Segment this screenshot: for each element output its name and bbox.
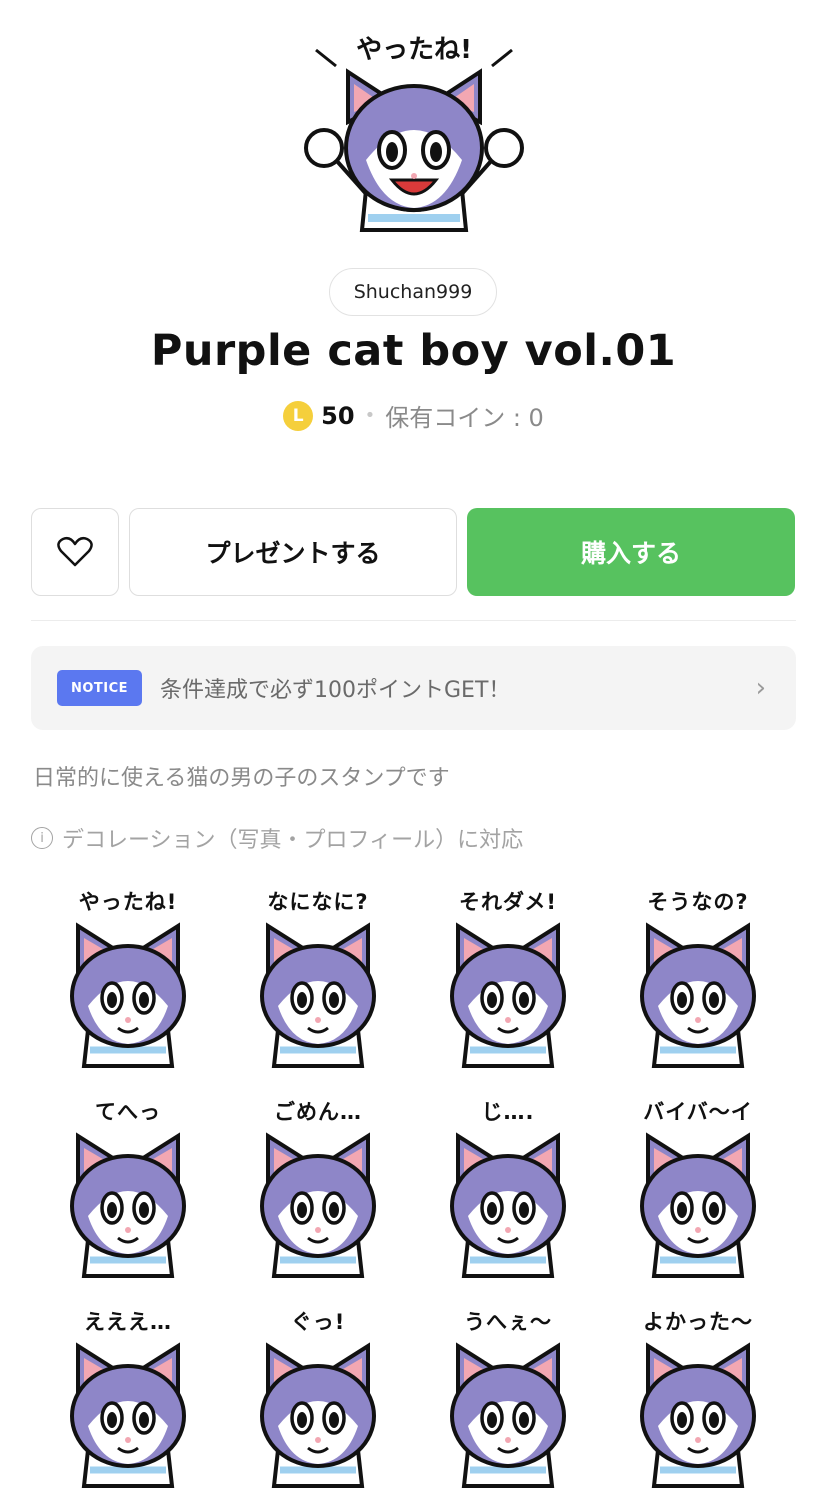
sticker-item[interactable]: やったね! <box>38 880 218 1070</box>
author-chip[interactable]: Shuchan999 <box>329 268 497 316</box>
info-icon: i <box>31 827 53 849</box>
sticker-item[interactable]: じ…. <box>418 1090 598 1280</box>
sticker-item[interactable]: なになに? <box>228 880 408 1070</box>
owned-coins: 保有コイン : 0 <box>385 404 544 432</box>
sticker-item[interactable]: ごめん… <box>228 1090 408 1280</box>
sticker-label: えええ… <box>84 1310 172 1334</box>
sticker-item[interactable]: よかった〜 <box>608 1300 788 1490</box>
sticker-label: バイバ〜イ <box>643 1100 753 1124</box>
sticker-label: うへぇ〜 <box>464 1310 552 1334</box>
favorite-button[interactable] <box>31 508 119 596</box>
separator-dot: • <box>364 405 376 426</box>
sticker-label: じ…. <box>481 1100 535 1124</box>
price-amount: 50 <box>321 401 355 430</box>
notice-banner[interactable]: NOTICE 条件達成で必ず100ポイントGET！ › <box>31 646 796 730</box>
chevron-right-icon: › <box>755 673 766 703</box>
sticker-label: なになに? <box>267 890 369 914</box>
hero-caption: やったね! <box>356 35 472 65</box>
heart-icon <box>57 536 93 567</box>
sticker-label: そうなの? <box>647 890 749 914</box>
coin-icon: L <box>283 400 314 431</box>
sticker-item[interactable]: うへぇ〜 <box>418 1300 598 1490</box>
sticker-item[interactable]: えええ… <box>38 1300 218 1490</box>
buy-button[interactable]: 購入する <box>467 508 795 596</box>
sticker-item[interactable]: バイバ〜イ <box>608 1090 788 1280</box>
sticker-item[interactable]: ぐっ! <box>228 1300 408 1490</box>
sticker-label: ごめん… <box>274 1100 362 1124</box>
notice-badge: NOTICE <box>57 670 142 706</box>
sticker-label: てへっ <box>95 1100 161 1124</box>
price-row: L 50 • 保有コイン : 0 <box>0 398 827 433</box>
page-title: Purple cat boy vol.01 <box>150 326 677 376</box>
notice-text: 条件達成で必ず100ポイントGET！ <box>160 678 511 703</box>
sticker-label: よかった〜 <box>643 1310 753 1334</box>
decoration-text: デコレーション（写真・プロフィール）に対応 <box>62 828 524 853</box>
sticker-item[interactable]: てへっ <box>38 1090 218 1280</box>
sticker-label: やったね! <box>78 890 178 914</box>
sticker-item[interactable]: それダメ! <box>418 880 598 1070</box>
sticker-label: ぐっ! <box>290 1310 346 1334</box>
description: 日常的に使える猫の男の子のスタンプです <box>33 766 450 791</box>
hero-sticker: やったね! <box>296 30 532 242</box>
sticker-item[interactable]: そうなの? <box>608 880 788 1070</box>
gift-button[interactable]: プレゼントする <box>129 508 457 596</box>
divider <box>31 620 796 621</box>
decoration-info: i デコレーション（写真・プロフィール）に対応 <box>31 822 523 854</box>
sticker-label: それダメ! <box>459 890 557 914</box>
